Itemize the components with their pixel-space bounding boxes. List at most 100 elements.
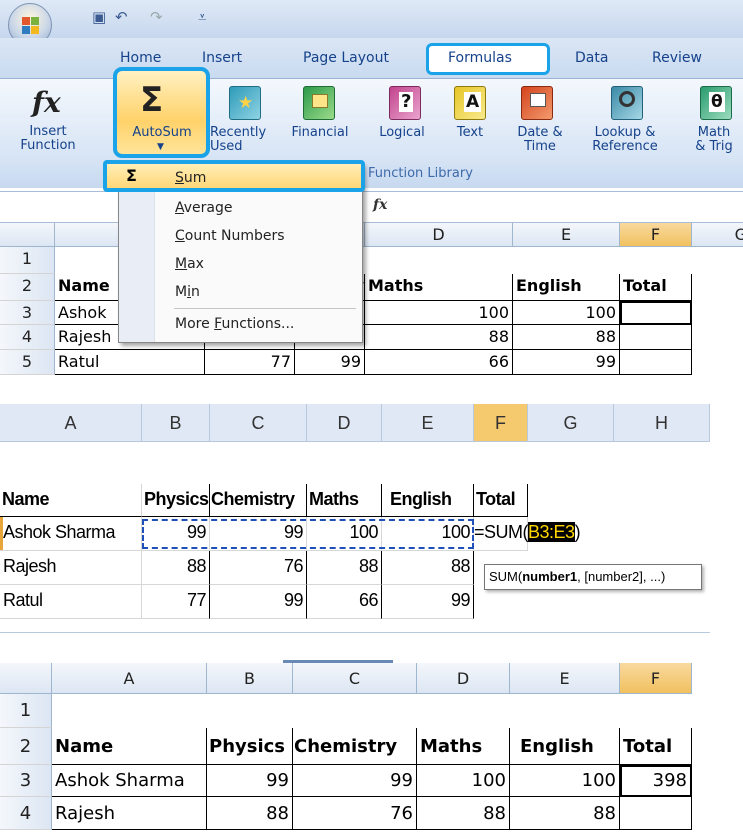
column-header-c[interactable]: C <box>210 404 307 442</box>
cell-english-header[interactable]: English <box>513 274 620 301</box>
formula-cell[interactable]: =SUM(B3:E3) <box>474 517 581 551</box>
cell-name-header[interactable]: Name <box>0 484 142 517</box>
column-header-d[interactable]: D <box>365 223 513 247</box>
cell-value[interactable]: 88 <box>417 797 510 830</box>
tab-page-layout[interactable]: Page Layout <box>303 50 389 66</box>
cell-total-header[interactable]: Total <box>620 274 692 301</box>
row-header[interactable]: 2 <box>0 274 55 301</box>
menu-item-min[interactable]: Min <box>175 284 200 300</box>
insert-function-button[interactable]: Insert Function <box>8 125 88 153</box>
cell-value[interactable]: 88 <box>142 551 210 585</box>
cell-value[interactable]: 88 <box>510 797 620 830</box>
text-button[interactable]: Text <box>440 126 500 140</box>
cell-total-header[interactable]: Total <box>474 484 528 517</box>
cell-physics-header[interactable]: Physics <box>207 728 293 765</box>
cell-value[interactable]: 88 <box>365 325 513 350</box>
cell-name[interactable]: Ratul <box>0 585 142 619</box>
menu-item-count-numbers[interactable]: Count Numbers <box>175 228 285 244</box>
column-header-g[interactable]: G <box>528 404 614 442</box>
cell-name[interactable]: Ratul <box>55 350 205 375</box>
cell-value[interactable]: 88 <box>207 797 293 830</box>
row-header[interactable]: 1 <box>0 694 52 728</box>
cell-value[interactable]: 100 <box>365 301 513 325</box>
row-header[interactable]: 3 <box>0 765 52 797</box>
cell-value[interactable]: 76 <box>210 551 307 585</box>
chevron-down-icon[interactable]: ▼ <box>157 142 164 152</box>
cell-value[interactable]: 99 <box>382 585 474 619</box>
save-icon[interactable]: ▣ <box>92 8 106 26</box>
text-book-icon[interactable]: A <box>454 86 486 120</box>
column-header-f[interactable]: F <box>474 404 528 442</box>
menu-item-max[interactable]: Max <box>175 256 204 272</box>
cell-name[interactable]: Ashok Sharma <box>52 765 207 797</box>
fx-icon[interactable]: fx <box>373 197 387 213</box>
column-header-d[interactable]: D <box>307 404 382 442</box>
menu-item-more-functions[interactable]: More Functions... <box>175 316 294 332</box>
cell-maths-header[interactable]: Maths <box>417 728 510 765</box>
column-header-g[interactable]: G <box>692 223 743 247</box>
row-header[interactable]: 1 <box>0 247 55 274</box>
row-header[interactable]: 3 <box>0 301 55 325</box>
date-time-book-icon[interactable] <box>521 86 553 120</box>
financial-book-icon[interactable] <box>303 86 335 120</box>
column-header-c[interactable]: C <box>293 663 417 694</box>
insert-function-icon[interactable]: fx <box>32 86 61 119</box>
column-header-d[interactable]: D <box>417 663 510 694</box>
cell-name[interactable]: Rajesh <box>0 551 142 585</box>
magnifier-book-icon[interactable] <box>611 86 643 120</box>
undo-icon[interactable]: ↶ <box>115 8 128 26</box>
column-header-h[interactable]: H <box>614 404 710 442</box>
tab-home[interactable]: Home <box>120 50 161 66</box>
cell-english-header[interactable]: English <box>510 728 620 765</box>
cell-value[interactable]: 88 <box>513 325 620 350</box>
cell-value[interactable]: 66 <box>365 350 513 375</box>
tab-review[interactable]: Review <box>652 50 702 66</box>
cell-name-header[interactable]: Name <box>52 728 207 765</box>
row-header[interactable]: 4 <box>0 325 55 350</box>
logical-book-icon[interactable]: ? <box>389 86 421 120</box>
redo-icon[interactable]: ↷ <box>150 8 163 26</box>
lookup-reference-button[interactable]: Lookup & Reference <box>575 126 675 154</box>
tab-formulas[interactable]: Formulas <box>448 50 512 66</box>
cell-value[interactable]: 88 <box>307 551 382 585</box>
row-header[interactable]: 5 <box>0 350 55 375</box>
formula-bar[interactable] <box>0 191 743 223</box>
logical-button[interactable]: Logical <box>367 126 437 140</box>
cell-name[interactable]: Rajesh <box>52 797 207 830</box>
book-star-icon[interactable]: ★ <box>229 86 261 120</box>
cell-empty[interactable] <box>620 325 692 350</box>
cell-empty[interactable] <box>620 797 692 830</box>
column-header-a[interactable]: A <box>52 663 207 694</box>
select-all-corner[interactable] <box>0 663 52 694</box>
cell-empty[interactable] <box>620 350 692 375</box>
total-result-cell[interactable]: 398 <box>620 765 692 797</box>
row-header[interactable]: 4 <box>0 797 52 830</box>
cell-value[interactable]: 88 <box>382 551 474 585</box>
menu-item-average[interactable]: Average <box>175 200 233 216</box>
math-trig-button[interactable]: Math & Trig <box>679 126 743 154</box>
cell-value[interactable]: 99 <box>513 350 620 375</box>
tab-data[interactable]: Data <box>575 50 608 66</box>
customize-qat-icon[interactable]: ⩡ <box>198 8 206 26</box>
active-cell[interactable] <box>620 301 692 325</box>
column-header-e[interactable]: E <box>510 663 620 694</box>
cell-value[interactable]: 100 <box>417 765 510 797</box>
column-header-f[interactable]: F <box>620 223 692 247</box>
autosum-button[interactable]: AutoSum <box>117 126 207 140</box>
cell-value[interactable]: 66 <box>307 585 382 619</box>
cell-physics-header[interactable]: Physics <box>142 484 210 517</box>
column-header-a[interactable]: A <box>0 404 142 442</box>
cell-value[interactable]: 100 <box>510 765 620 797</box>
recently-used-button[interactable]: Recently Used <box>210 126 284 154</box>
column-header-e[interactable]: E <box>382 404 474 442</box>
column-header-f[interactable]: F <box>620 663 692 694</box>
cell-value[interactable]: 77 <box>142 585 210 619</box>
cell-value[interactable]: 99 <box>210 585 307 619</box>
menu-item-sum[interactable]: Sum <box>175 170 206 186</box>
cell-value[interactable]: 76 <box>293 797 417 830</box>
cell-value[interactable]: 99 <box>293 765 417 797</box>
cell-value[interactable]: 99 <box>295 350 365 375</box>
cell-chemistry-header[interactable]: Chemistry <box>210 484 307 517</box>
cell-name[interactable]: Ashok Sharma <box>0 517 142 551</box>
cell-chemistry-header[interactable]: Chemistry <box>293 728 417 765</box>
